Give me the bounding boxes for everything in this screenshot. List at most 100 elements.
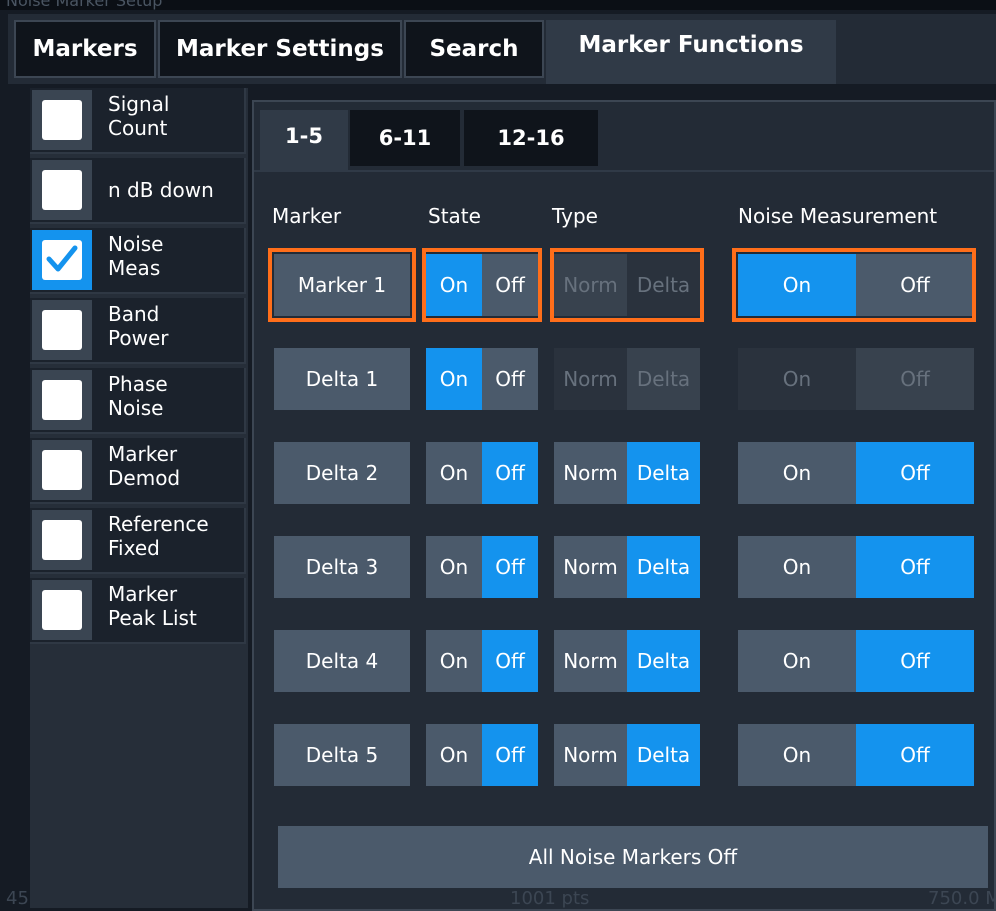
delta-2-noise-toggle-off[interactable]: Off [856,442,974,504]
checkbox-frame [32,300,92,360]
delta-2-noise-toggle-on[interactable]: On [738,442,856,504]
function-item-phase-noise[interactable]: Phase Noise [30,368,246,434]
checkbox[interactable] [42,520,82,560]
delta-5-type-toggle[interactable]: Norm Delta [554,724,700,786]
checkbox-frame [32,440,92,500]
footer-points: 1001 pts [510,888,590,909]
delta-2-state-toggle-on[interactable]: On [426,442,482,504]
function-label: Band Power [108,302,169,350]
delta-2-noise-toggle[interactable]: On Off [738,442,974,504]
delta-1-button[interactable]: Delta 1 [274,348,410,410]
delta-4-state-toggle[interactable]: On Off [426,630,538,692]
subtab-12-16[interactable]: 12-16 [464,110,598,166]
delta-1-type-toggle[interactable]: Norm Delta [554,348,700,410]
delta-5-state-toggle[interactable]: On Off [426,724,538,786]
delta-3-noise-toggle[interactable]: On Off [738,536,974,598]
delta-1-noise-toggle[interactable]: On Off [738,348,974,410]
delta-5-noise-toggle[interactable]: On Off [738,724,974,786]
function-label: Signal Count [108,92,170,140]
function-item-band-power[interactable]: Band Power [30,298,246,364]
delta-1-type-toggle-norm[interactable]: Norm [554,348,627,410]
function-item-marker-demod[interactable]: Marker Demod [30,438,246,504]
function-item-n-db-down[interactable]: n dB down [30,158,246,224]
focus-highlight [732,248,976,322]
delta-1-state-toggle-off[interactable]: Off [482,348,538,410]
function-label: Reference Fixed [108,512,209,560]
header-noise-measurement: Noise Measurement [738,204,938,228]
delta-4-type-toggle-norm[interactable]: Norm [554,630,627,692]
delta-5-type-toggle-norm[interactable]: Norm [554,724,627,786]
delta-1-type-toggle-delta[interactable]: Delta [627,348,700,410]
tab-search[interactable]: Search [404,20,544,78]
delta-4-type-toggle-delta[interactable]: Delta [627,630,700,692]
delta-3-type-toggle[interactable]: Norm Delta [554,536,700,598]
delta-2-type-toggle-delta[interactable]: Delta [627,442,700,504]
tab-marker-functions[interactable]: Marker Functions [546,20,836,84]
noise-measurement-panel: 1-5 6-11 12-16 Marker State Type Noise M… [252,100,996,911]
checkbox[interactable] [42,100,82,140]
delta-5-noise-toggle-on[interactable]: On [738,724,856,786]
function-item-marker-peak-list[interactable]: Marker Peak List [30,578,246,644]
checkbox[interactable] [42,310,82,350]
checkbox-frame [32,230,92,290]
tab-marker-settings[interactable]: Marker Settings [158,20,402,78]
delta-1-noise-toggle-on[interactable]: On [738,348,856,410]
delta-4-state-toggle-on[interactable]: On [426,630,482,692]
delta-2-state-toggle-off[interactable]: Off [482,442,538,504]
delta-2-button[interactable]: Delta 2 [274,442,410,504]
focus-highlight [422,248,542,322]
function-label: Marker Demod [108,442,181,490]
subtab-1-5[interactable]: 1-5 [260,110,348,172]
delta-2-type-toggle[interactable]: Norm Delta [554,442,700,504]
delta-5-state-toggle-off[interactable]: Off [482,724,538,786]
checkbox[interactable] [42,380,82,420]
delta-3-state-toggle-off[interactable]: Off [482,536,538,598]
tab-markers[interactable]: Markers [14,20,156,78]
delta-3-noise-toggle-off[interactable]: Off [856,536,974,598]
delta-4-button[interactable]: Delta 4 [274,630,410,692]
delta-1-noise-toggle-off[interactable]: Off [856,348,974,410]
delta-5-state-toggle-on[interactable]: On [426,724,482,786]
delta-2-state-toggle[interactable]: On Off [426,442,538,504]
function-label: Marker Peak List [108,582,197,630]
delta-4-type-toggle[interactable]: Norm Delta [554,630,700,692]
checkbox-frame [32,160,92,220]
delta-4-noise-toggle-on[interactable]: On [738,630,856,692]
all-noise-markers-off-button[interactable]: All Noise Markers Off [278,826,988,888]
delta-1-state-toggle[interactable]: On Off [426,348,538,410]
delta-3-state-toggle[interactable]: On Off [426,536,538,598]
header-type: Type [552,204,598,228]
delta-5-type-toggle-delta[interactable]: Delta [627,724,700,786]
function-item-signal-count[interactable]: Signal Count [30,88,246,154]
delta-1-state-toggle-on[interactable]: On [426,348,482,410]
marker-function-list: Signal Count n dB down Noise Meas Band Powe… [30,88,248,908]
delta-4-noise-toggle-off[interactable]: Off [856,630,974,692]
title-bar: Noise Marker Setup [0,0,996,10]
subtab-divider [254,170,994,172]
footer-frequency: 750.0 M [928,888,996,909]
checkbox[interactable] [42,590,82,630]
delta-5-button[interactable]: Delta 5 [274,724,410,786]
delta-2-type-toggle-norm[interactable]: Norm [554,442,627,504]
delta-3-noise-toggle-on[interactable]: On [738,536,856,598]
delta-4-state-toggle-off[interactable]: Off [482,630,538,692]
function-item-reference-fixed[interactable]: Reference Fixed [30,508,246,574]
delta-3-button[interactable]: Delta 3 [274,536,410,598]
checkbox-frame [32,580,92,640]
checkmark-icon [46,245,78,272]
delta-5-noise-toggle-off[interactable]: Off [856,724,974,786]
window-title: Noise Marker Setup [6,0,163,10]
focus-highlight [550,248,704,322]
function-item-noise-meas[interactable]: Noise Meas [30,228,246,294]
checkbox[interactable] [42,450,82,490]
checkbox[interactable] [42,170,82,210]
delta-3-type-toggle-norm[interactable]: Norm [554,536,627,598]
checkbox-frame [32,510,92,570]
delta-3-state-toggle-on[interactable]: On [426,536,482,598]
noise-marker-dialog: Noise Marker Setup Markers Marker Settin… [0,0,996,911]
delta-3-type-toggle-delta[interactable]: Delta [627,536,700,598]
delta-4-noise-toggle[interactable]: On Off [738,630,974,692]
main-tab-bar: Markers Marker Settings Search Marker Fu… [8,14,996,84]
checkbox-checked[interactable] [42,240,82,280]
subtab-6-11[interactable]: 6-11 [350,110,460,166]
